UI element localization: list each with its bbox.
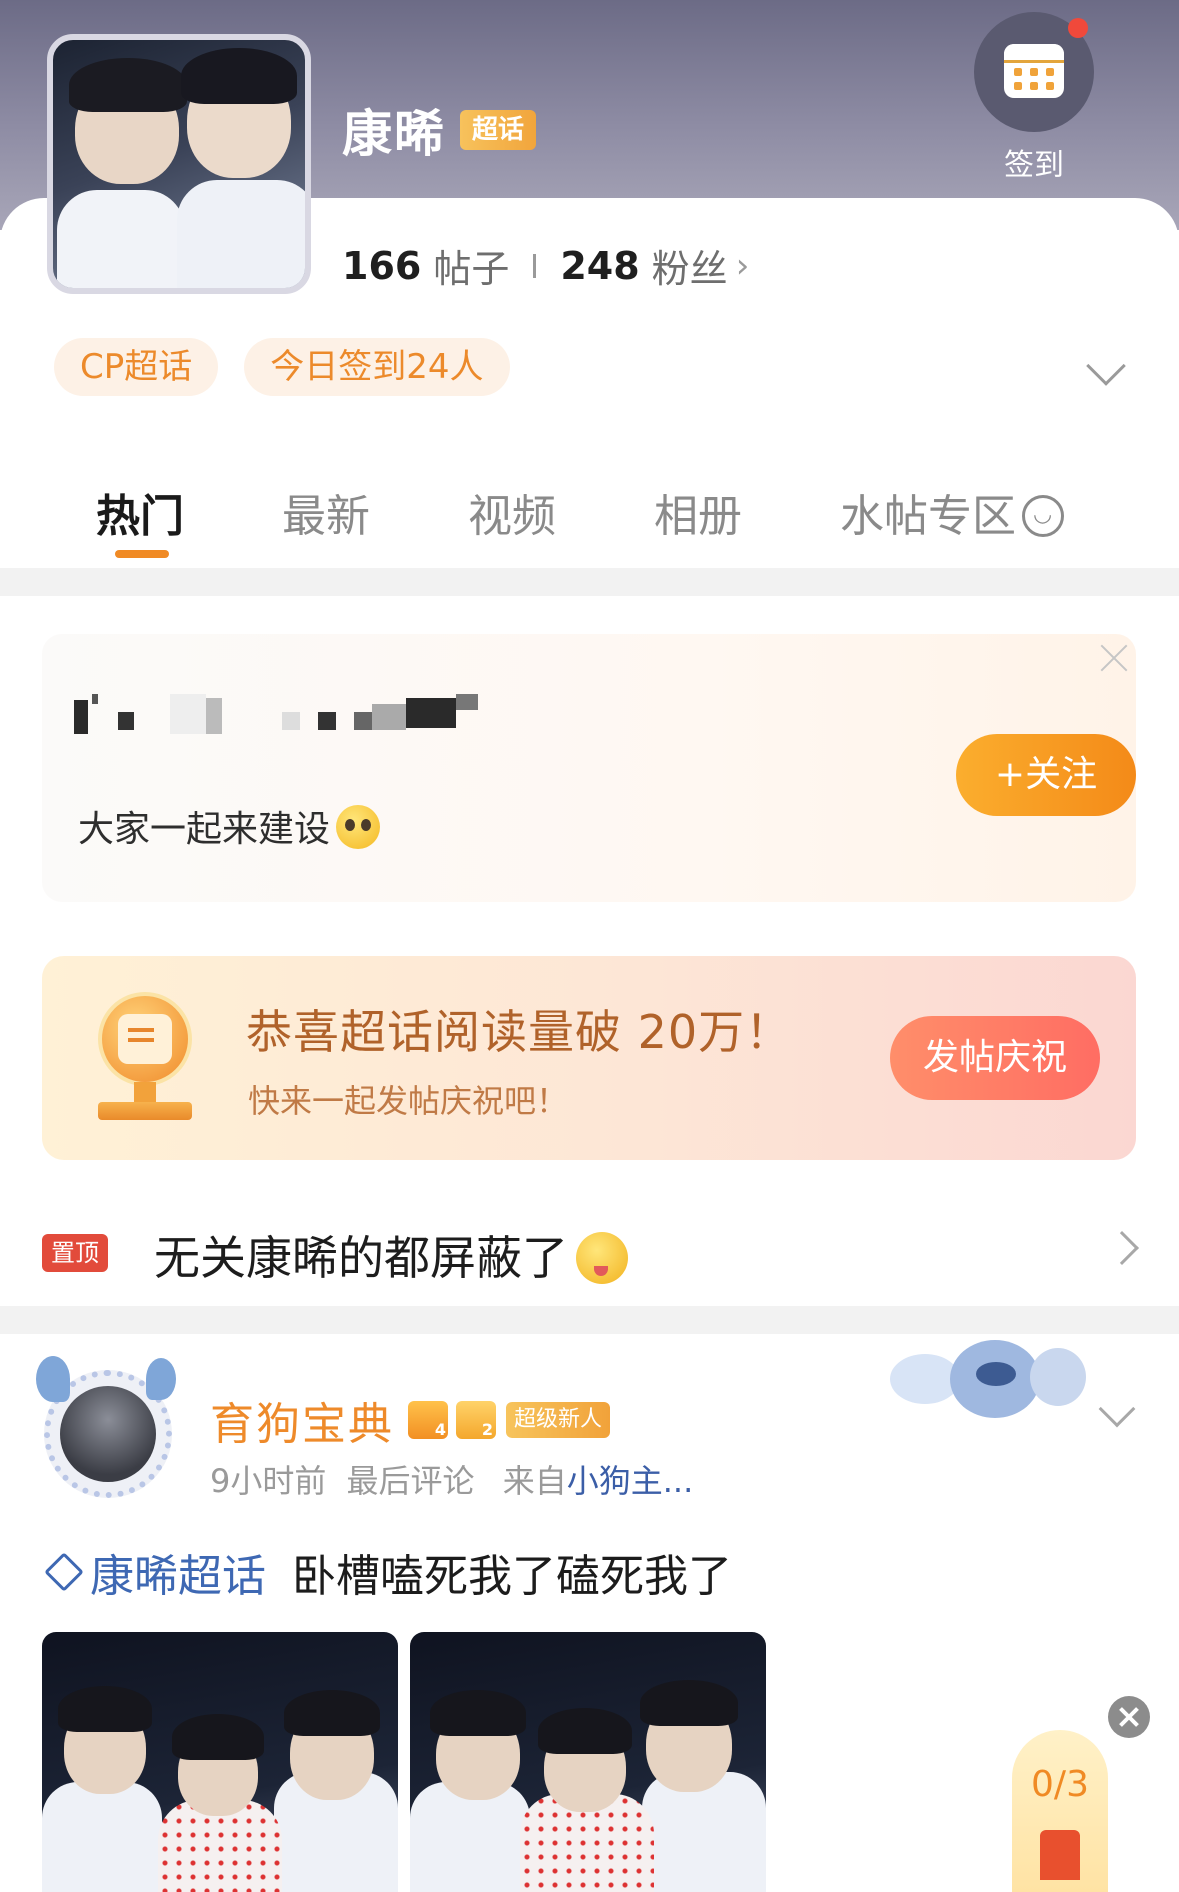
topic-label: 康晞超话 (90, 1551, 266, 1602)
pinned-post-title-text: 无关康晞的都屏蔽了 (154, 1231, 568, 1285)
pleading-emoji-icon (336, 805, 381, 849)
banner-subtitle: 快来一起发帖庆祝吧！ (248, 1082, 569, 1120)
post-body[interactable]: 康晞超话 卧槽嗑死我了磕死我了 (44, 1540, 732, 1604)
notice-text: 大家一起来建设 (78, 800, 381, 852)
page-title: 康晞 (342, 105, 446, 163)
pinned-badge: 置顶 (42, 1234, 108, 1272)
section-divider (0, 568, 1179, 596)
post-source[interactable]: 小狗主... (567, 1462, 694, 1500)
section-divider (0, 1306, 1179, 1334)
topic-link[interactable]: 康晞超话 (44, 1540, 266, 1604)
pill-signin-count[interactable]: 今日签到24人 (244, 338, 510, 396)
tab-water-zone-label: 水帖专区 (840, 491, 1016, 542)
post-author-row: 育狗宝典 超级新人 (210, 1388, 611, 1452)
title-row: 康晞 超话 (342, 94, 537, 166)
posts-count: 166 (342, 243, 422, 288)
tag-pills: CP超话 今日签到24人 (54, 338, 510, 396)
gem-icon (456, 1401, 496, 1439)
tab-video[interactable]: 视频 (468, 480, 556, 544)
tab-bar: 热门 最新 视频 相册 水帖专区 (0, 468, 1179, 568)
signin-label: 签到 (1004, 148, 1064, 183)
post-image-1[interactable] (42, 1632, 398, 1892)
tab-hot[interactable]: 热门 (96, 480, 184, 544)
banner-title: 恭喜超话阅读量破 20万！ (246, 1005, 793, 1059)
pinned-post-title[interactable]: 无关康晞的都屏蔽了 (154, 1222, 628, 1288)
celebrate-post-button[interactable]: 发帖庆祝 (890, 1016, 1100, 1100)
chevron-right-icon: › (735, 245, 750, 286)
post-meta: 9小时前 最后评论 来自小狗主... (210, 1456, 693, 1502)
post-image-2[interactable] (410, 1632, 766, 1892)
calendar-icon (974, 12, 1094, 132)
fans-label: 粉丝 (651, 247, 728, 291)
tab-album[interactable]: 相册 (654, 480, 742, 544)
notice-text-label: 大家一起来建设 (78, 809, 331, 850)
topic-diamond-icon (44, 1552, 84, 1592)
notification-dot (1068, 18, 1088, 38)
posts-label: 帖子 (433, 247, 510, 291)
active-tab-indicator (115, 550, 169, 558)
avatar[interactable] (36, 1356, 176, 1504)
close-icon[interactable] (1096, 640, 1132, 676)
smile-icon (1022, 495, 1064, 537)
signin-button[interactable]: 签到 (974, 12, 1094, 184)
supertopic-cover-image[interactable] (47, 34, 311, 294)
tab-water-zone[interactable]: 水帖专区 (840, 480, 1064, 544)
crown-icon (408, 1401, 448, 1439)
tab-latest[interactable]: 最新 (282, 480, 370, 544)
gift-icon (1040, 1830, 1080, 1880)
stats-divider (533, 253, 537, 278)
post-meta-from: 来自 (502, 1462, 567, 1500)
post-meta-mid: 最后评论 (346, 1462, 475, 1500)
close-icon[interactable] (1108, 1696, 1150, 1738)
trophy-icon (76, 986, 214, 1126)
supertopic-tag: 超话 (460, 110, 537, 150)
stats-row[interactable]: 166 帖子 248 粉丝 › (342, 238, 749, 293)
follow-button[interactable]: +关注 (956, 734, 1136, 816)
post-time: 9小时前 (210, 1462, 327, 1500)
username[interactable]: 育狗宝典 (210, 1388, 394, 1452)
pill-cp[interactable]: CP超话 (54, 338, 219, 396)
super-newbie-badge: 超级新人 (506, 1402, 611, 1438)
decorative-sticker (880, 1334, 1092, 1434)
tongue-emoji-icon (576, 1232, 628, 1284)
fans-count: 248 (560, 243, 640, 288)
task-progress: 0/3 (1031, 1764, 1089, 1805)
post-text: 卧槽嗑死我了磕死我了 (292, 1551, 732, 1602)
